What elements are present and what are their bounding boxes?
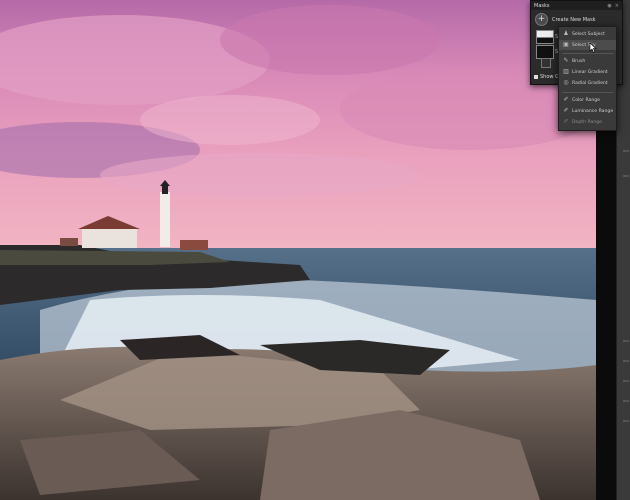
panel-tick (623, 380, 629, 382)
person-icon: ♟ (563, 30, 569, 37)
panel-divider (596, 130, 616, 500)
checkbox-icon[interactable] (534, 75, 538, 79)
menu-item-label: Brush (572, 58, 586, 64)
panel-tick (623, 150, 629, 152)
eye-icon[interactable]: ◉ (607, 3, 611, 9)
radial-gradient-icon: ◎ (563, 79, 569, 86)
brush-icon: ✎ (563, 57, 569, 64)
menu-item-radial-gradient[interactable]: ◎ Radial Gradient (559, 78, 616, 88)
menu-item-label: Select Subject (572, 31, 605, 37)
menu-divider (562, 92, 613, 93)
menu-item-select-subject[interactable]: ♟ Select Subject (559, 29, 616, 39)
create-mask-menu: ♟ Select Subject ▣ Select Sky ✎ Brush ▥ … (558, 26, 617, 131)
masks-panel-header: Masks ◉ × (531, 1, 622, 10)
create-new-mask-label: Create New Mask (552, 16, 596, 23)
menu-item-luminance-range[interactable]: ✐ Luminance Range (559, 106, 616, 116)
photo-canvas[interactable] (0, 0, 596, 500)
menu-item-label: Linear Gradient (572, 69, 608, 75)
mask-component-icon[interactable] (541, 58, 551, 68)
masks-panel-title: Masks (534, 2, 550, 9)
menu-item-color-range[interactable]: ✐ Color Range (559, 95, 616, 105)
color-range-icon: ✐ (563, 96, 569, 103)
menu-item-label: Depth Range (572, 119, 603, 125)
mouse-cursor-icon (589, 43, 597, 53)
linear-gradient-icon: ▥ (563, 68, 569, 75)
menu-divider (562, 53, 613, 54)
plus-icon: + (535, 13, 548, 26)
menu-item-label: Radial Gradient (572, 80, 608, 86)
panel-tick (623, 175, 629, 177)
luminance-range-icon: ✐ (563, 107, 569, 114)
panel-tick (623, 420, 629, 422)
mask-thumbnail[interactable] (536, 45, 554, 59)
menu-item-brush[interactable]: ✎ Brush (559, 56, 616, 66)
depth-range-icon: ✐ (563, 118, 569, 125)
menu-item-label: Color Range (572, 97, 601, 103)
menu-item-label: Luminance Range (572, 108, 614, 114)
menu-item-depth-range: ✐ Depth Range (559, 117, 616, 127)
panel-tick (623, 400, 629, 402)
menu-item-linear-gradient[interactable]: ▥ Linear Gradient (559, 67, 616, 77)
panel-tick (623, 340, 629, 342)
mask-thumbnail[interactable] (536, 30, 554, 44)
menu-item-select-sky[interactable]: ▣ Select Sky (559, 40, 616, 50)
lighthouse-photo (0, 0, 596, 500)
panel-tick (623, 360, 629, 362)
sky-icon: ▣ (563, 41, 569, 48)
close-icon[interactable]: × (615, 3, 619, 9)
